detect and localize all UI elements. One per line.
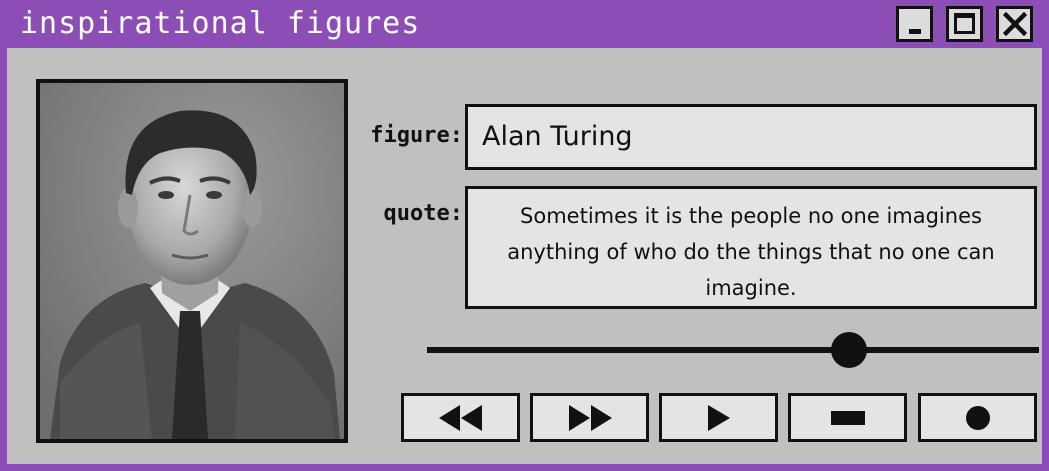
- play-button[interactable]: [659, 393, 778, 442]
- playback-slider[interactable]: [427, 330, 1039, 370]
- figure-portrait-image: [36, 79, 348, 443]
- rewind-button[interactable]: [401, 393, 520, 442]
- stop-button[interactable]: [788, 393, 907, 442]
- slider-track[interactable]: [427, 347, 1039, 353]
- maximize-icon: [954, 13, 975, 34]
- quote-label: quote:: [383, 201, 463, 226]
- stop-icon: [830, 410, 865, 425]
- close-icon: [999, 9, 1030, 39]
- record-button[interactable]: [918, 393, 1037, 442]
- rewind-icon: [438, 404, 482, 431]
- close-button[interactable]: [996, 6, 1033, 42]
- figure-name-field[interactable]: Alan Turing: [465, 104, 1037, 170]
- play-icon: [707, 404, 730, 431]
- minimize-icon: [909, 29, 921, 34]
- fast-forward-button[interactable]: [530, 393, 649, 442]
- quote-text-field[interactable]: Sometimes it is the people no one imagin…: [465, 186, 1037, 309]
- app-window: inspirational figures figure: Alan Turin…: [0, 0, 1049, 471]
- figure-label: figure:: [370, 123, 463, 148]
- title-bar[interactable]: inspirational figures: [0, 0, 1049, 48]
- slider-thumb[interactable]: [831, 332, 868, 368]
- fast-forward-icon: [568, 404, 612, 431]
- window-title: inspirational figures: [20, 6, 421, 41]
- minimize-button[interactable]: [896, 6, 933, 42]
- maximize-button[interactable]: [946, 6, 983, 42]
- record-icon: [965, 405, 990, 430]
